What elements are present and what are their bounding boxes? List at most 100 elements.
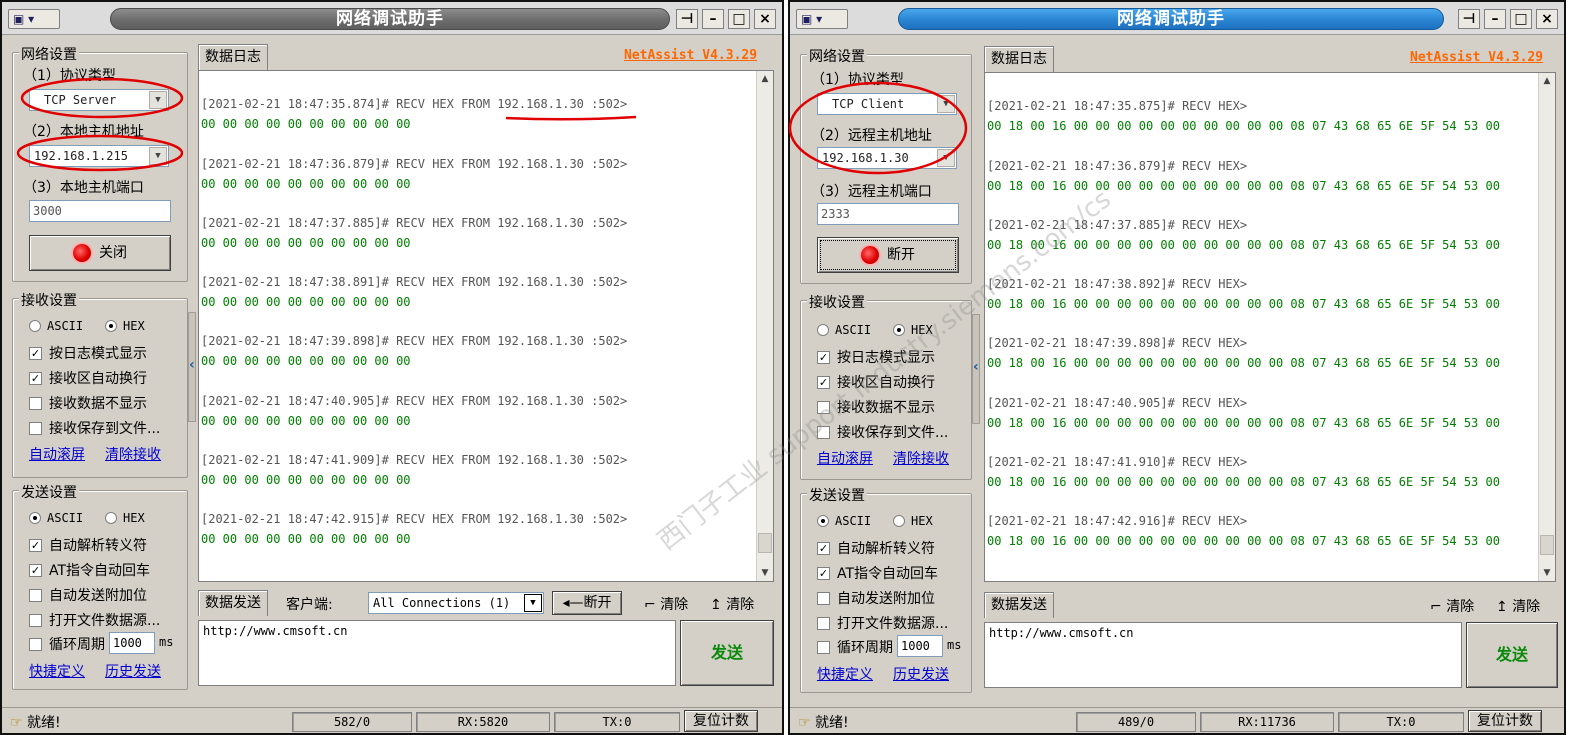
chevron-down-icon[interactable]: ▼	[757, 565, 773, 581]
recv-ascii-radio[interactable]: ASCII	[817, 323, 871, 337]
reset-count-button[interactable]: 复位计数	[1468, 710, 1542, 732]
log-data: 00 18 00 16 00 00 00 00 00 00 00 00 00 0…	[987, 416, 1500, 430]
client-label: 客户端:	[286, 597, 333, 613]
hide-recv-checkbox[interactable]: 接收数据不显示	[29, 393, 147, 413]
log-scrollbar[interactable]: ▲ ▼	[756, 71, 773, 581]
send-hex-radio[interactable]: HEX	[105, 511, 145, 525]
log-scrollbar[interactable]: ▲ ▼	[1538, 73, 1555, 581]
system-menu-button[interactable]: ▣ ▾	[8, 9, 60, 29]
chevron-down-icon[interactable]: ▼	[149, 91, 167, 109]
send-ascii-radio[interactable]: ASCII	[817, 514, 871, 528]
log-data: 00 00 00 00 00 00 00 00 00 00	[201, 236, 411, 250]
connect-toggle-button[interactable]: 断开	[817, 237, 959, 273]
clear-recv-link[interactable]: 清除接收	[893, 448, 949, 468]
clear-log-button[interactable]: ⌐ 清除	[1430, 596, 1474, 616]
file-source-checkbox[interactable]: 打开文件数据源...	[29, 610, 160, 630]
group-title: 发送设置	[19, 482, 79, 502]
file-source-checkbox[interactable]: 打开文件数据源...	[817, 613, 948, 633]
close-button[interactable]: ×	[754, 9, 776, 29]
scroll-thumb[interactable]	[1540, 535, 1554, 555]
chevron-down-icon[interactable]: ▼	[937, 149, 955, 167]
title-bar: ▣ ▾ 网络调试助手 ⊣ – □ ×	[790, 2, 1564, 35]
tab-data-log[interactable]: 数据日志	[984, 46, 1054, 72]
send-history-link[interactable]: 历史发送	[893, 664, 949, 684]
close-button[interactable]: ×	[1536, 9, 1558, 29]
port-input[interactable]: 2333	[817, 203, 959, 225]
shortcut-define-link[interactable]: 快捷定义	[29, 661, 85, 681]
reset-count-button[interactable]: 复位计数	[684, 710, 758, 732]
port-input[interactable]: 3000	[29, 200, 171, 222]
panel-collapse-handle[interactable]	[972, 314, 980, 424]
save-to-file-checkbox[interactable]: 接收保存到文件...	[29, 418, 160, 438]
system-menu-button[interactable]: ▣ ▾	[796, 9, 848, 29]
send-button[interactable]: 发送	[680, 620, 774, 686]
chevron-down-icon[interactable]: ▼	[937, 95, 955, 113]
shortcut-define-link[interactable]: 快捷定义	[817, 664, 873, 684]
log-mode-checkbox[interactable]: ✓ 按日志模式显示	[817, 347, 935, 367]
clear-send-button[interactable]: ↥ 清除	[1496, 596, 1540, 616]
cycle-checkbox[interactable]: 循环周期	[817, 637, 893, 657]
recv-ascii-radio[interactable]: ASCII	[29, 319, 83, 333]
append-bits-checkbox[interactable]: 自动发送附加位	[29, 585, 147, 605]
recv-hex-radio[interactable]: HEX	[893, 323, 933, 337]
send-ascii-radio[interactable]: ASCII	[29, 511, 83, 525]
cycle-period-input[interactable]: 1000	[109, 632, 155, 654]
send-input[interactable]: http://www.cmsoft.cn	[198, 620, 676, 686]
address-select[interactable]: 192.168.1.215 ▼	[29, 145, 169, 167]
tab-data-send[interactable]: 数据发送	[984, 592, 1054, 618]
disconnect-client-button[interactable]: ◂—断开	[552, 591, 622, 615]
send-input[interactable]: http://www.cmsoft.cn	[984, 622, 1462, 688]
chevron-up-icon[interactable]: ▲	[1539, 73, 1555, 89]
auto-scroll-link[interactable]: 自动滚屏	[817, 448, 873, 468]
send-history-link[interactable]: 历史发送	[105, 661, 161, 681]
log-header: [2021-02-21 18:47:35.874]# RECV HEX FROM…	[201, 97, 628, 111]
panel-collapse-handle[interactable]	[188, 312, 196, 422]
chevron-down-icon[interactable]: ▼	[1539, 565, 1555, 581]
connect-toggle-button[interactable]: 关闭	[29, 235, 171, 271]
log-header: [2021-02-21 18:47:41.910]# RECV HEX>	[987, 455, 1248, 469]
client-select[interactable]: All Connections (1) ▼	[368, 592, 544, 614]
minimize-button[interactable]: –	[702, 9, 724, 29]
protocol-select[interactable]: TCP Server ▼	[29, 89, 169, 111]
tab-data-log[interactable]: 数据日志	[198, 44, 268, 70]
send-button[interactable]: 发送	[1466, 622, 1558, 688]
maximize-button[interactable]: □	[728, 9, 750, 29]
tab-data-send[interactable]: 数据发送	[198, 590, 268, 616]
clear-recv-link[interactable]: 清除接收	[105, 444, 161, 464]
auto-wrap-checkbox[interactable]: ✓ 接收区自动换行	[817, 372, 935, 392]
cycle-period-input[interactable]: 1000	[897, 635, 943, 657]
pin-icon[interactable]: ⊣	[1458, 9, 1480, 29]
status-ready: ☞ 就绪!	[10, 715, 61, 731]
log-data: 00 00 00 00 00 00 00 00 00 00	[201, 354, 411, 368]
maximize-button[interactable]: □	[1510, 9, 1532, 29]
chevron-down-icon[interactable]: ▼	[524, 594, 542, 612]
scroll-thumb[interactable]	[758, 533, 772, 553]
arrow-up-icon: ↥	[1496, 599, 1513, 615]
auto-scroll-link[interactable]: 自动滚屏	[29, 444, 85, 464]
clear-send-button[interactable]: ↥ 清除	[710, 594, 754, 614]
send-hex-radio[interactable]: HEX	[893, 514, 933, 528]
eraser-icon: ⌐	[1430, 599, 1447, 615]
chevron-up-icon[interactable]: ▲	[757, 71, 773, 87]
clear-log-button[interactable]: ⌐ 清除	[644, 594, 688, 614]
address-select[interactable]: 192.168.1.30 ▼	[817, 147, 957, 169]
parse-escape-checkbox[interactable]: ✓ 自动解析转义符	[29, 535, 147, 555]
append-bits-checkbox[interactable]: 自动发送附加位	[817, 588, 935, 608]
recv-hex-radio[interactable]: HEX	[105, 319, 145, 333]
save-to-file-checkbox[interactable]: 接收保存到文件...	[817, 422, 948, 442]
chevron-down-icon[interactable]: ▼	[149, 147, 167, 165]
log-mode-checkbox[interactable]: ✓ 按日志模式显示	[29, 343, 147, 363]
brand-link[interactable]: NetAssist V4.3.29	[1410, 50, 1543, 65]
protocol-select[interactable]: TCP Client ▼	[817, 93, 957, 115]
cycle-checkbox[interactable]: 循环周期	[29, 634, 105, 654]
led-icon	[861, 246, 879, 264]
at-auto-cr-checkbox[interactable]: ✓ AT指令自动回车	[817, 563, 938, 583]
at-auto-cr-checkbox[interactable]: ✓ AT指令自动回车	[29, 560, 150, 580]
brand-link[interactable]: NetAssist V4.3.29	[624, 48, 757, 63]
log-data: 00 18 00 16 00 00 00 00 00 00 00 00 00 0…	[987, 475, 1500, 489]
pin-icon[interactable]: ⊣	[676, 9, 698, 29]
hide-recv-checkbox[interactable]: 接收数据不显示	[817, 397, 935, 417]
auto-wrap-checkbox[interactable]: ✓ 接收区自动换行	[29, 368, 147, 388]
parse-escape-checkbox[interactable]: ✓ 自动解析转义符	[817, 538, 935, 558]
minimize-button[interactable]: –	[1484, 9, 1506, 29]
